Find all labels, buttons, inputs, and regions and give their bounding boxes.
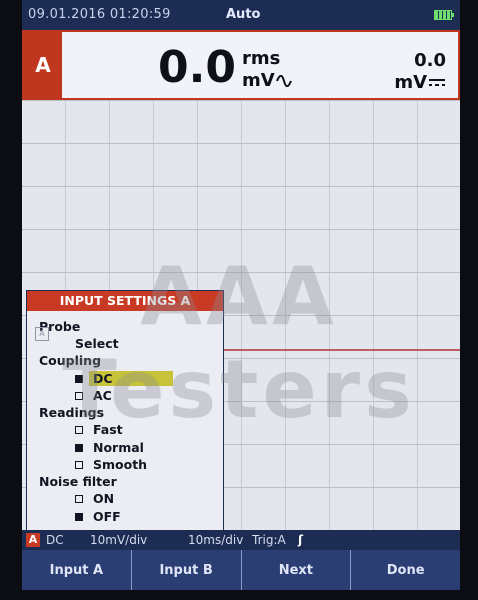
checkbox-checked-icon [75,512,83,521]
volts-per-div: 10mV/div [90,533,148,547]
coupling-ac-option[interactable]: AC [75,388,112,403]
readings-normal-option[interactable]: Normal [75,440,144,455]
input-a-button[interactable]: Input A [22,550,132,590]
noise-off-label: OFF [93,509,121,524]
readings-heading: Readings [39,405,105,420]
checkbox-checked-icon [75,443,83,452]
probe-select-option[interactable]: Select [75,336,119,351]
coupling-ac-label: AC [93,388,112,403]
secondary-unit-text: mV [394,72,427,93]
checkbox-unchecked-icon [75,425,83,434]
checkbox-checked-icon [75,374,83,383]
noise-off-option[interactable]: OFF [75,509,121,524]
noise-on-option[interactable]: ON [75,491,114,506]
noise-filter-heading: Noise filter [39,474,117,489]
coupling-dc-option[interactable]: DC [75,371,173,386]
input-settings-menu: INPUT SETTINGS A Probe A Select Coupling… [26,290,224,532]
status-bar: 09.01.2016 01:20:59 Auto [22,0,460,30]
coupling-heading: Coupling [39,353,102,368]
channel-a-icon: A [26,533,40,547]
scope-settings-bar: A DC 10mV/div 10ms/div Trig:A ʃ [22,530,460,550]
secondary-unit: mV [394,72,446,93]
readings-smooth-option[interactable]: Smooth [75,457,147,472]
readings-fast-option[interactable]: Fast [75,422,123,437]
checkbox-unchecked-icon [75,391,83,400]
mode-indicator: Auto [226,7,261,22]
readings-fast-label: Fast [93,422,123,437]
reading-unit: mV [242,70,292,91]
secondary-reading: 0.0 [414,50,446,71]
dc-symbol-icon [429,79,445,86]
ac-wave-icon [275,75,292,87]
trigger-source: Trig:A [252,533,286,547]
waveform-trace [222,349,460,351]
readings-smooth-label: Smooth [93,457,148,472]
readings-normal-label: Normal [93,440,144,455]
done-button[interactable]: Done [351,550,460,590]
reading-type: rms [242,48,281,69]
battery-icon [434,10,454,20]
coupling-indicator: DC [46,533,64,547]
probe-icon: A [35,327,49,341]
main-reading: 0.0 [158,42,236,93]
next-button[interactable]: Next [241,550,352,590]
measurement-readout: A 0.0 rms mV 0.0 mV [22,30,460,100]
input-b-button[interactable]: Input B [131,550,242,590]
channel-badge: A [24,32,62,98]
softkey-bar: Input A Input B Next Done [22,550,460,590]
checkbox-unchecked-icon [75,460,83,469]
noise-on-label: ON [93,491,115,506]
date-time: 09.01.2016 01:20:59 [28,7,171,22]
time-per-div: 10ms/div [188,533,244,547]
checkbox-unchecked-icon [75,494,83,503]
trigger-edge-icon: ʃ [298,533,303,547]
coupling-dc-label: DC [89,371,173,386]
reading-unit-text: mV [242,70,275,91]
menu-title: INPUT SETTINGS A [27,291,223,311]
scope-screen: 09.01.2016 01:20:59 Auto A 0.0 rms mV 0.… [22,0,460,590]
